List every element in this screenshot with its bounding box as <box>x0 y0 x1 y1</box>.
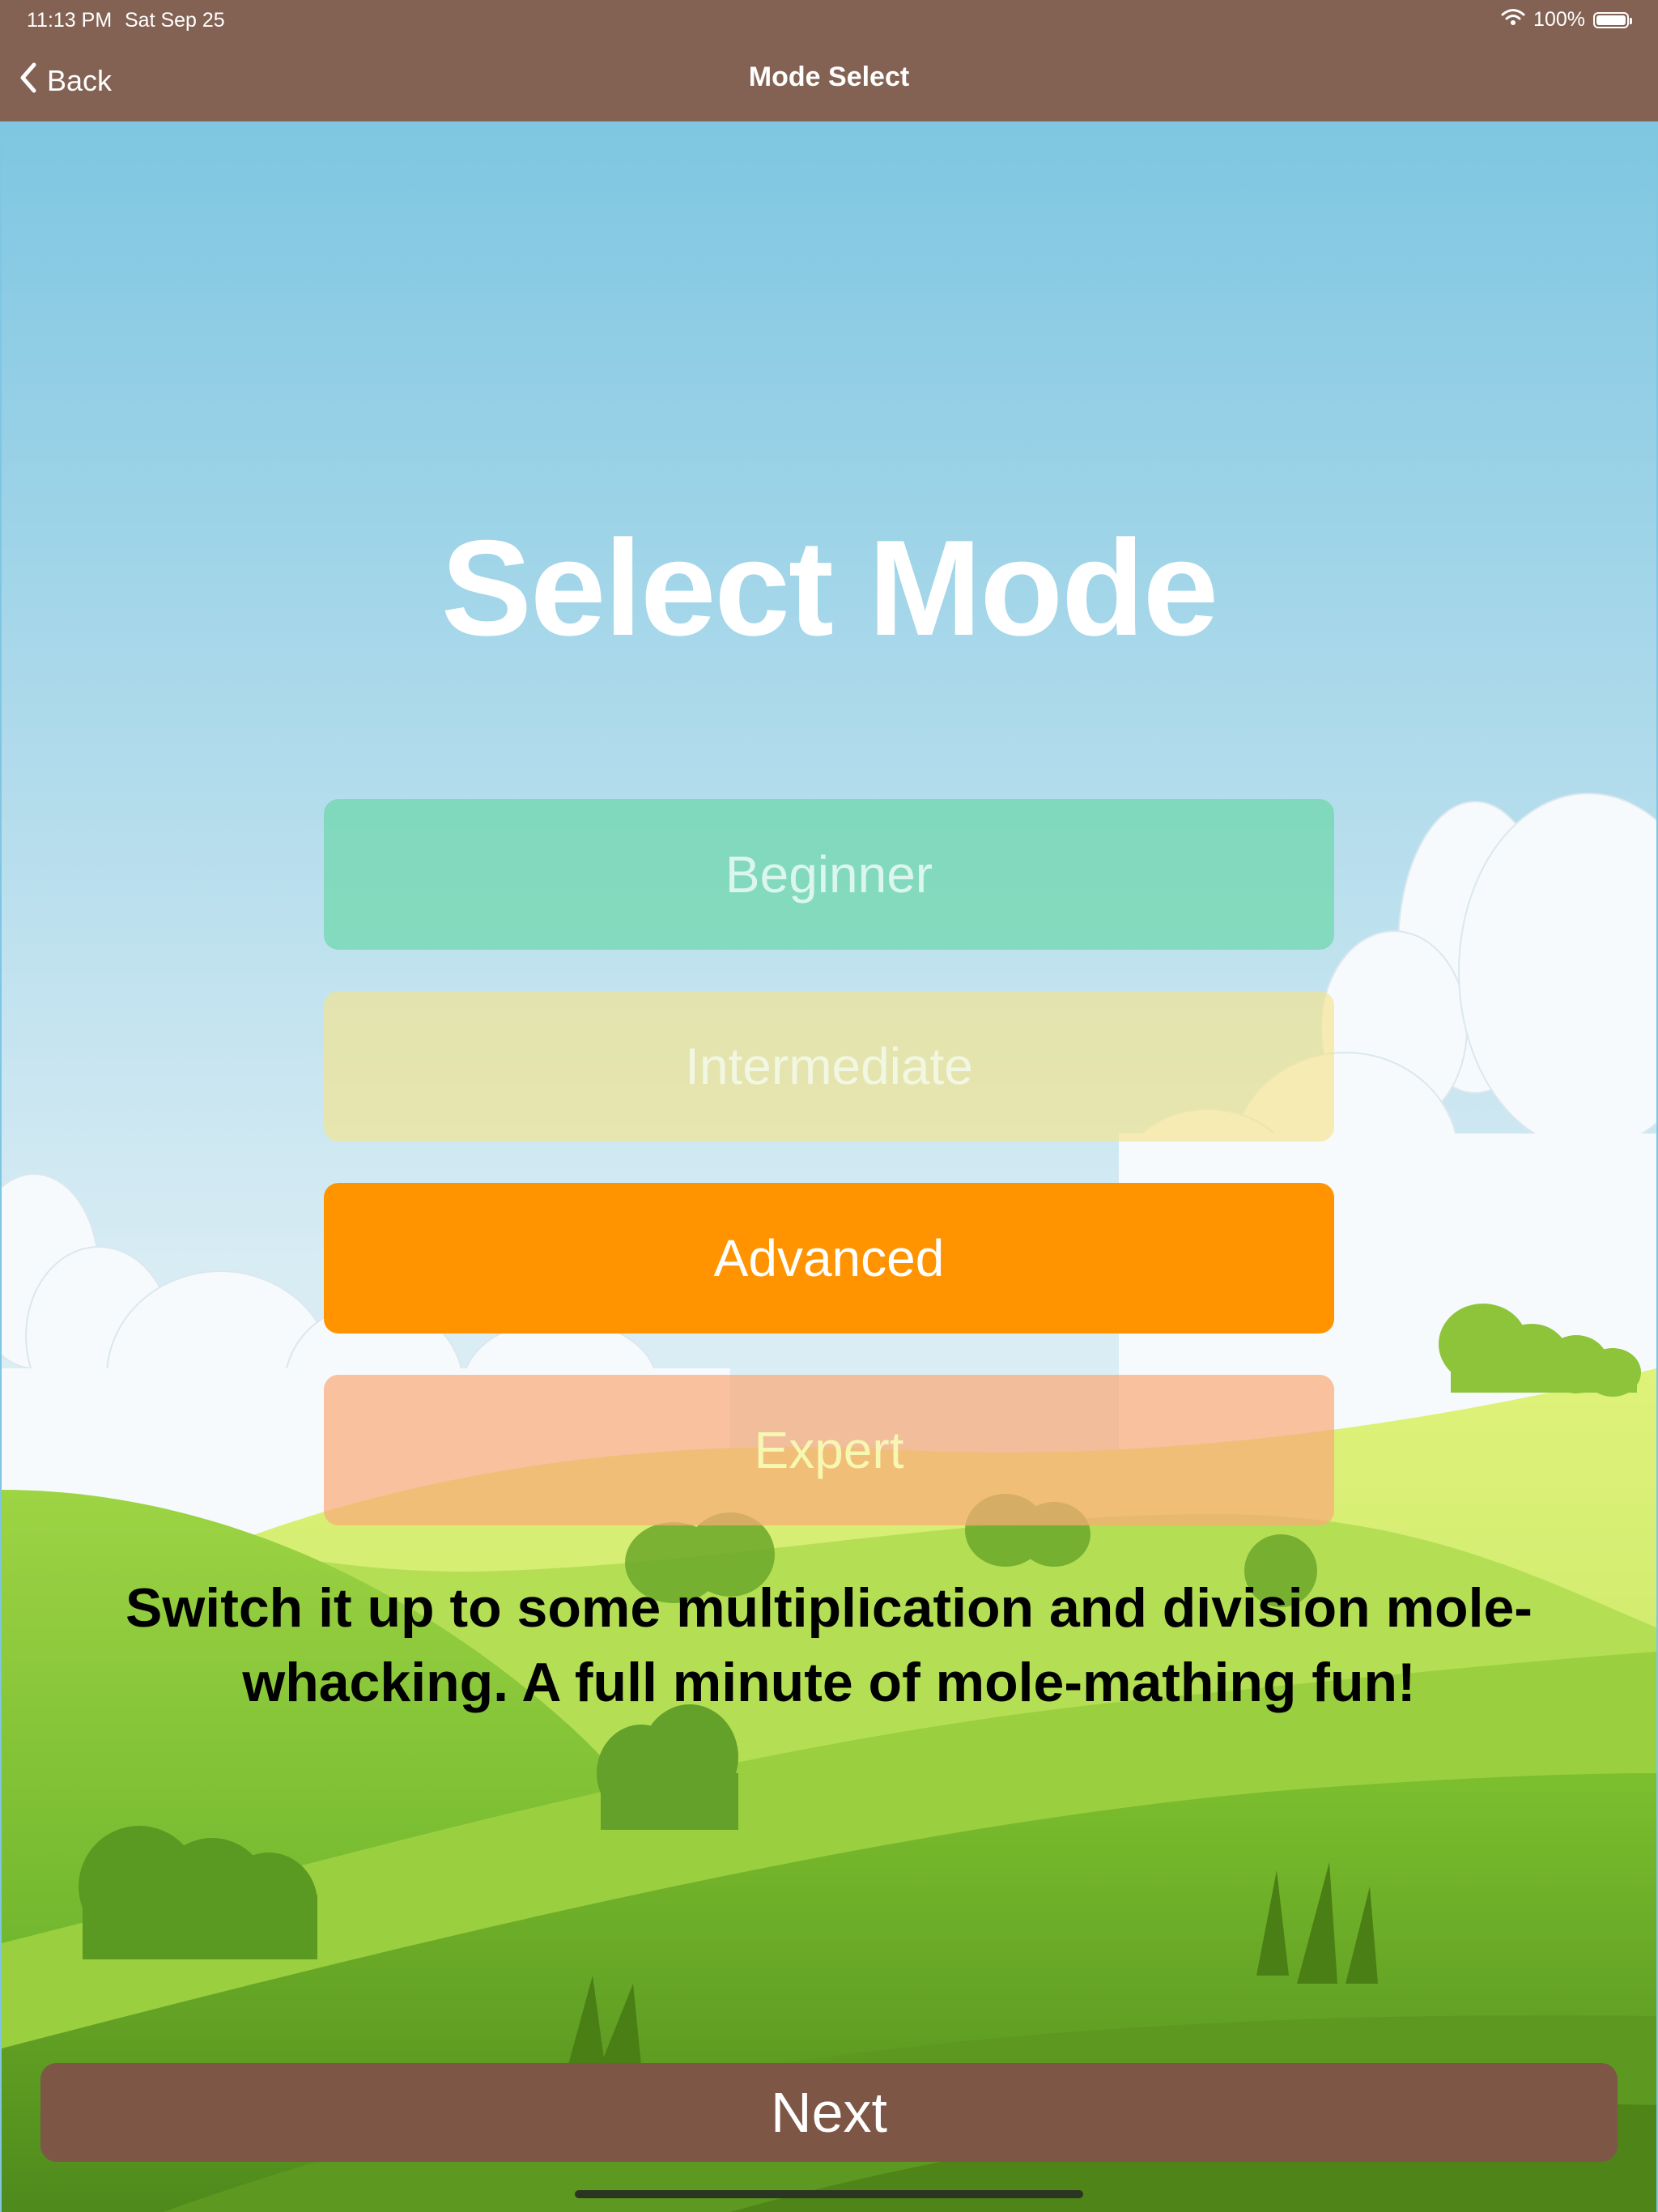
home-indicator[interactable] <box>575 2190 1083 2198</box>
status-time: 11:13 PM <box>27 9 113 32</box>
wifi-icon <box>1501 8 1525 32</box>
app-screen: 11:13 PM Sat Sep 25 100% Back Mode Selec… <box>0 0 1658 2212</box>
mode-button-expert[interactable]: Expert <box>324 1375 1334 1525</box>
status-indicators: 100% <box>1501 8 1632 32</box>
page-title: Select Mode <box>440 512 1218 664</box>
nav-title: Mode Select <box>748 62 910 92</box>
status-bar: 11:13 PM Sat Sep 25 100% <box>0 0 1658 40</box>
navigation-bar: Back Mode Select <box>0 40 1658 121</box>
battery-level <box>1596 15 1626 25</box>
battery-tip <box>1630 17 1632 24</box>
landscape-background <box>2 121 1656 2212</box>
next-button[interactable]: Next <box>40 2063 1618 2162</box>
mode-description: Switch it up to some multiplication and … <box>125 1577 1533 1713</box>
status-date: Sat Sep 25 <box>125 9 225 32</box>
mode-button-beginner[interactable]: Beginner <box>324 799 1334 950</box>
mode-button-advanced[interactable]: Advanced <box>324 1183 1334 1334</box>
battery-icon <box>1593 11 1632 28</box>
mode-button-intermediate[interactable]: Intermediate <box>324 991 1334 1142</box>
battery-percent: 100% <box>1533 8 1585 31</box>
